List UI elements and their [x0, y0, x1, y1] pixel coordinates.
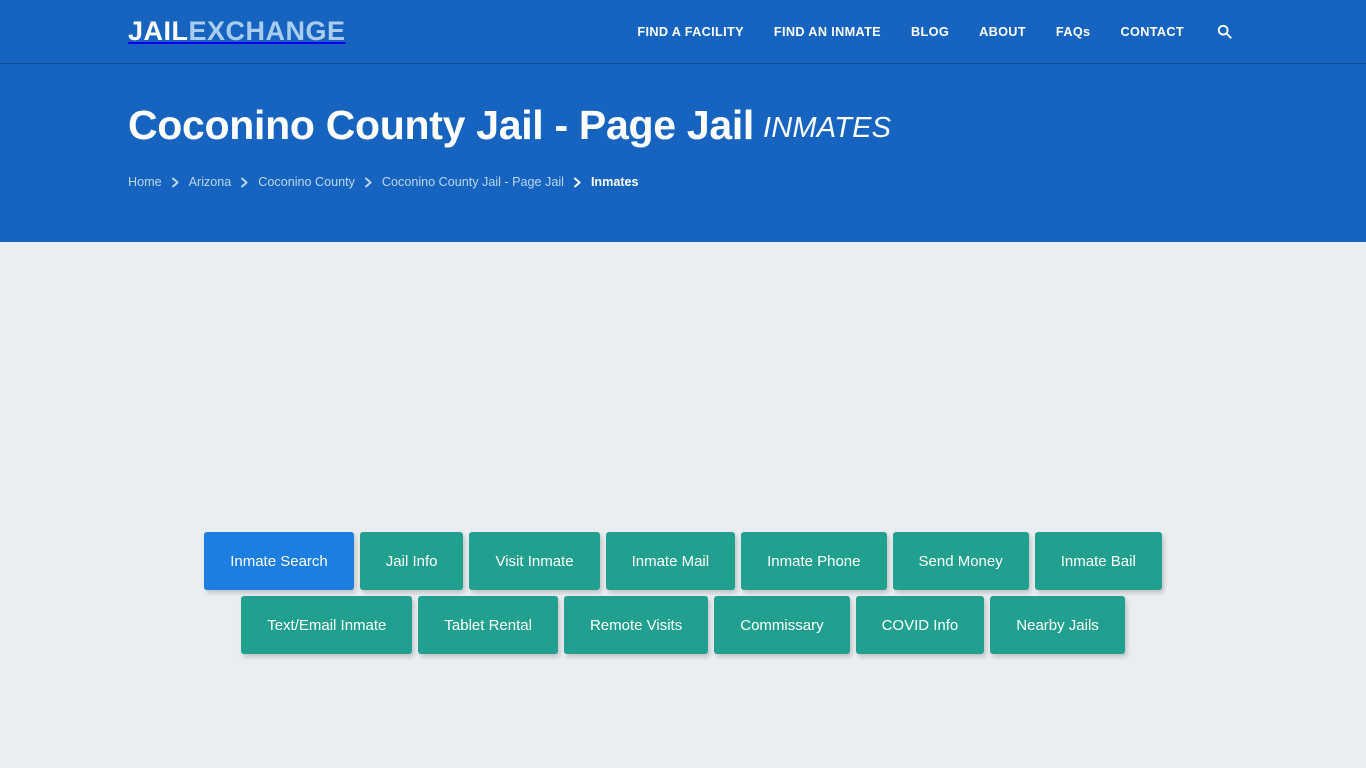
site-header: JAILEXCHANGE FIND A FACILITY FIND AN INM…: [0, 0, 1366, 64]
breadcrumb-item-home[interactable]: Home: [128, 175, 162, 189]
tab-visit-inmate[interactable]: Visit Inmate: [469, 532, 600, 590]
content-placeholder: [0, 242, 1366, 532]
breadcrumb-item-facility[interactable]: Coconino County Jail - Page Jail: [382, 175, 564, 189]
facility-tab-row-1: Inmate Search Jail Info Visit Inmate Inm…: [126, 532, 1240, 590]
tab-inmate-phone[interactable]: Inmate Phone: [741, 532, 887, 590]
tab-inmate-mail[interactable]: Inmate Mail: [605, 532, 736, 590]
nav-about[interactable]: ABOUT: [964, 0, 1041, 64]
page-title: Coconino County Jail - Page Jail INMATES: [128, 102, 1366, 149]
breadcrumb-item-county[interactable]: Coconino County: [258, 175, 355, 189]
nav-blog[interactable]: BLOG: [896, 0, 964, 64]
main-content: Inmate Search Jail Info Visit Inmate Inm…: [0, 242, 1366, 768]
primary-navigation: FIND A FACILITY FIND AN INMATE BLOG ABOU…: [622, 0, 1240, 64]
page-title-main: Coconino County Jail - Page Jail: [128, 102, 755, 148]
nav-contact[interactable]: CONTACT: [1105, 0, 1199, 64]
facility-tab-group: Inmate Search Jail Info Visit Inmate Inm…: [0, 532, 1366, 654]
tab-jail-info[interactable]: Jail Info: [359, 532, 464, 590]
nav-faqs[interactable]: FAQs: [1041, 0, 1106, 64]
tab-text-email-inmate[interactable]: Text/Email Inmate: [241, 596, 413, 654]
tab-tablet-rental[interactable]: Tablet Rental: [418, 596, 558, 654]
tab-remote-visits[interactable]: Remote Visits: [563, 596, 709, 654]
breadcrumb-item-state[interactable]: Arizona: [189, 175, 232, 189]
nav-find-a-facility[interactable]: FIND A FACILITY: [622, 0, 759, 64]
chevron-right-icon: [171, 177, 180, 188]
tab-covid-info[interactable]: COVID Info: [855, 596, 985, 654]
tab-inmate-bail[interactable]: Inmate Bail: [1034, 532, 1162, 590]
nav-find-an-inmate[interactable]: FIND AN INMATE: [759, 0, 896, 64]
facility-tab-row-2: Text/Email Inmate Tablet Rental Remote V…: [126, 596, 1240, 654]
chevron-right-icon: [573, 177, 582, 188]
logo-text-primary: JAIL: [128, 16, 189, 46]
page-hero: Coconino County Jail - Page Jail INMATES …: [0, 64, 1366, 242]
search-icon: [1217, 24, 1232, 39]
tab-send-money[interactable]: Send Money: [892, 532, 1029, 590]
breadcrumb-item-current: Inmates: [590, 175, 639, 190]
chevron-right-icon: [240, 177, 249, 188]
page-title-suffix: INMATES: [763, 112, 892, 144]
breadcrumb: Home Arizona Coconino County Coconino Co…: [128, 175, 1366, 189]
logo-text-secondary: EXCHANGE: [188, 16, 346, 46]
tab-commissary[interactable]: Commissary: [714, 596, 850, 654]
chevron-right-icon: [364, 177, 373, 188]
tab-inmate-search[interactable]: Inmate Search: [204, 532, 354, 590]
site-logo[interactable]: JAILEXCHANGE: [128, 18, 346, 45]
tab-nearby-jails[interactable]: Nearby Jails: [990, 596, 1125, 654]
search-button[interactable]: [1199, 24, 1240, 39]
